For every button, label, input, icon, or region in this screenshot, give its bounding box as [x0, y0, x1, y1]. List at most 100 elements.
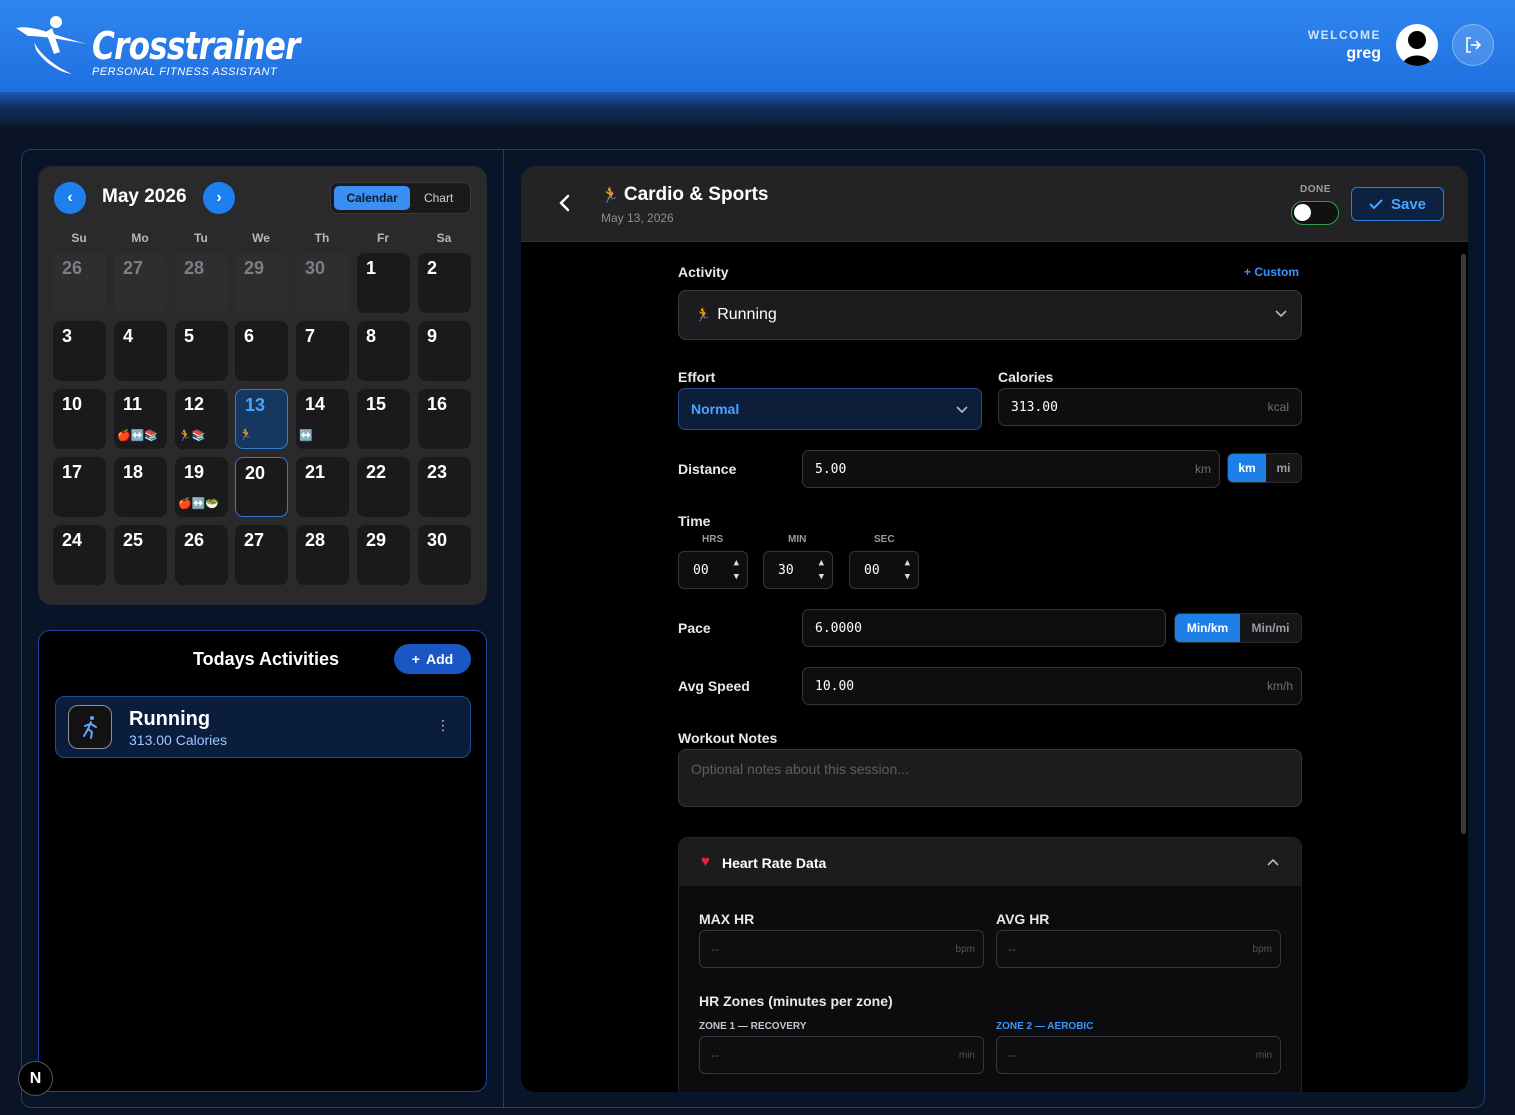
- minutes-value: 30: [778, 562, 794, 578]
- heart-rate-section: ♥ Heart Rate Data MAX HR AVG HR -- bpm -…: [678, 837, 1302, 1092]
- calendar-day[interactable]: 29: [235, 253, 288, 313]
- max-hr-placeholder: --: [711, 942, 719, 956]
- calendar-day[interactable]: 2: [418, 253, 471, 313]
- hours-stepper[interactable]: 00 ▲ ▼: [678, 551, 748, 589]
- chart-view-button[interactable]: Chart: [410, 186, 467, 210]
- activity-emoji-icons: 🏃: [239, 429, 253, 441]
- seconds-value: 00: [864, 562, 880, 578]
- weekday-header: Sa: [436, 231, 452, 245]
- day-number: 16: [427, 394, 448, 414]
- calendar-day[interactable]: 7: [296, 321, 349, 381]
- add-activity-button[interactable]: + Add: [394, 644, 471, 674]
- day-number: 23: [427, 462, 448, 482]
- calendar-day[interactable]: 28: [175, 253, 228, 313]
- min-km-button[interactable]: Min/km: [1175, 614, 1240, 642]
- day-number: 29: [366, 530, 387, 550]
- speed-input[interactable]: 10.00 km/h: [802, 667, 1302, 705]
- calendar-day[interactable]: 24: [53, 525, 106, 585]
- km-button[interactable]: km: [1228, 454, 1266, 482]
- calendar-day[interactable]: 17: [53, 457, 106, 517]
- day-number: 25: [123, 530, 144, 550]
- zone2-input[interactable]: -- min: [996, 1036, 1281, 1074]
- seconds-stepper[interactable]: 00 ▲ ▼: [849, 551, 919, 589]
- distance-value: 5.00: [815, 461, 847, 477]
- notes-textarea[interactable]: Optional notes about this session...: [678, 749, 1302, 807]
- calendar-day[interactable]: 5: [175, 321, 228, 381]
- weekday-header: Su: [71, 231, 87, 245]
- distance-input[interactable]: 5.00 km: [802, 450, 1220, 488]
- hr-zones-label: HR Zones (minutes per zone): [699, 993, 893, 1009]
- calendar-day[interactable]: 30: [296, 253, 349, 313]
- scrollbar[interactable]: [1461, 254, 1466, 834]
- done-toggle[interactable]: [1291, 201, 1339, 225]
- max-hr-input[interactable]: -- bpm: [699, 930, 984, 968]
- calendar-day[interactable]: 27: [235, 525, 288, 585]
- calendar-day[interactable]: 30: [418, 525, 471, 585]
- calendar-day[interactable]: 28: [296, 525, 349, 585]
- calendar-day[interactable]: 19 🍎↔️🥗: [175, 457, 228, 517]
- more-vertical-icon[interactable]: ⋮: [436, 717, 450, 734]
- calendar-day[interactable]: 20: [235, 457, 288, 517]
- stepper-arrows-icon[interactable]: ▲ ▼: [905, 556, 910, 584]
- form-header: 🏃 Cardio & Sports May 13, 2026 DONE Save: [521, 166, 1468, 242]
- prev-month-button[interactable]: ‹: [54, 182, 86, 214]
- effort-select[interactable]: Normal: [678, 388, 982, 430]
- calendar-day[interactable]: 16: [418, 389, 471, 449]
- activity-card[interactable]: Running 313.00 Calories ⋮: [55, 696, 471, 758]
- calendar-day[interactable]: 26: [175, 525, 228, 585]
- calendar-day[interactable]: 29: [357, 525, 410, 585]
- chevron-down-icon: [1275, 310, 1287, 318]
- calendar-day[interactable]: 27: [114, 253, 167, 313]
- minutes-stepper[interactable]: 30 ▲ ▼: [763, 551, 833, 589]
- calendar-day[interactable]: 13 🏃: [235, 389, 288, 449]
- max-hr-label: MAX HR: [699, 911, 755, 927]
- min-unit: min: [958, 1049, 975, 1061]
- calendar-day[interactable]: 18: [114, 457, 167, 517]
- calories-unit: kcal: [1267, 400, 1289, 414]
- calendar-day[interactable]: 3: [53, 321, 106, 381]
- calories-input[interactable]: 313.00 kcal: [998, 388, 1302, 426]
- save-button[interactable]: Save: [1351, 187, 1444, 221]
- pace-input[interactable]: 6.0000: [802, 609, 1166, 647]
- calendar-day[interactable]: 26: [53, 253, 106, 313]
- chevron-right-icon: ›: [216, 189, 222, 206]
- calendar-day[interactable]: 9: [418, 321, 471, 381]
- calendar-day[interactable]: 23: [418, 457, 471, 517]
- weekday-header: We: [252, 231, 270, 245]
- calendar-day[interactable]: 25: [114, 525, 167, 585]
- app-header: Crosstrainer PERSONAL FITNESS ASSISTANT …: [0, 0, 1515, 92]
- min-mi-button[interactable]: Min/mi: [1240, 614, 1301, 642]
- calendar-day[interactable]: 8: [357, 321, 410, 381]
- custom-activity-link[interactable]: + Custom: [1244, 265, 1299, 279]
- calendar-day[interactable]: 10: [53, 389, 106, 449]
- zone1-input[interactable]: -- min: [699, 1036, 984, 1074]
- running-icon: [68, 705, 112, 749]
- calendar-day[interactable]: 14 ↔️: [296, 389, 349, 449]
- avatar[interactable]: [1396, 24, 1438, 66]
- calendar-day[interactable]: 15: [357, 389, 410, 449]
- chevron-up-icon[interactable]: [1267, 858, 1279, 866]
- day-number: 27: [123, 258, 144, 278]
- calendar-day[interactable]: 22: [357, 457, 410, 517]
- mi-button[interactable]: mi: [1266, 454, 1301, 482]
- calendar-day[interactable]: 12 🏃📚: [175, 389, 228, 449]
- calendar-day[interactable]: 21: [296, 457, 349, 517]
- next-month-button[interactable]: ›: [203, 182, 235, 214]
- calendar-day[interactable]: 11 🍎↔️📚: [114, 389, 167, 449]
- calendar-day[interactable]: 1: [357, 253, 410, 313]
- framework-badge[interactable]: N: [18, 1061, 53, 1096]
- effort-label: Effort: [678, 369, 716, 385]
- stepper-arrows-icon[interactable]: ▲ ▼: [819, 556, 824, 584]
- heart-rate-header[interactable]: ♥ Heart Rate Data: [679, 838, 1301, 886]
- calendar-day[interactable]: 6: [235, 321, 288, 381]
- back-arrow-icon[interactable]: [556, 192, 574, 214]
- day-number: 11: [123, 394, 143, 414]
- calendar-day[interactable]: 4: [114, 321, 167, 381]
- avg-hr-input[interactable]: -- bpm: [996, 930, 1281, 968]
- logout-button[interactable]: [1452, 24, 1494, 66]
- stepper-arrows-icon[interactable]: ▲ ▼: [734, 556, 739, 584]
- done-label: DONE: [1300, 184, 1331, 195]
- activity-select[interactable]: 🏃 Running: [678, 290, 1302, 340]
- day-number: 13: [245, 395, 266, 415]
- calendar-view-button[interactable]: Calendar: [334, 186, 411, 210]
